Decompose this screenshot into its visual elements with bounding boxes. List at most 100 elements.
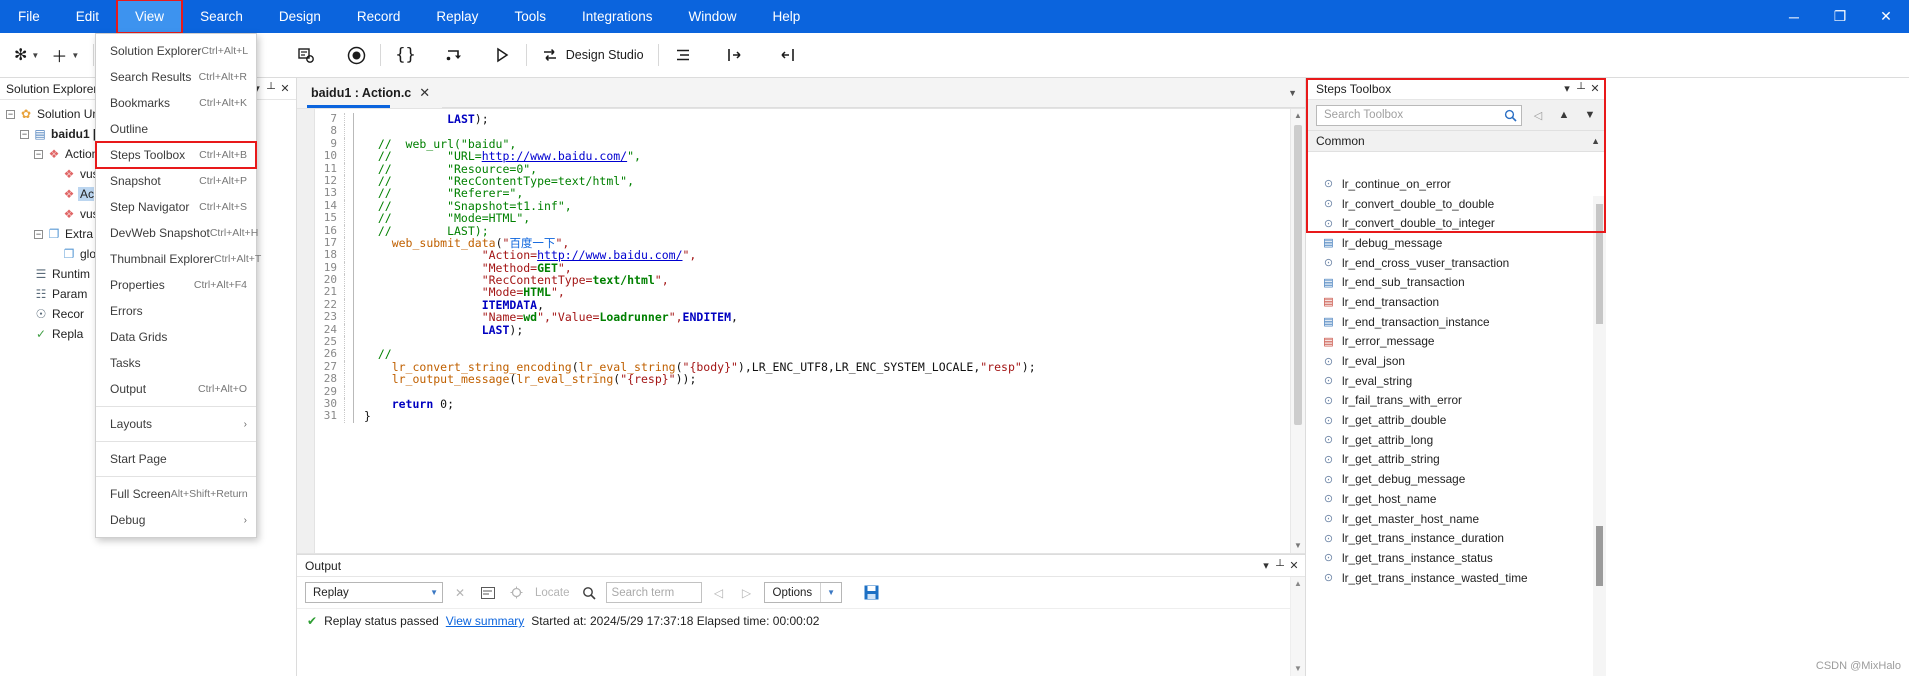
close-icon[interactable]: ✕ [1588, 82, 1602, 95]
view-menu-item-thumbnail-explorer[interactable]: Thumbnail Explorer Ctrl+Alt+T [96, 246, 261, 272]
chevron-down-icon[interactable]: ▼ [1288, 88, 1297, 98]
expand-all-icon[interactable]: ▼ [1580, 105, 1600, 125]
toolbox-item[interactable]: ⊙ lr_continue_on_error [1306, 174, 1606, 194]
step-down-button[interactable] [438, 39, 470, 71]
design-studio-button[interactable]: Design Studio [535, 39, 650, 71]
view-menu-item-steps-toolbox[interactable]: Steps Toolbox Ctrl+Alt+B [95, 141, 257, 169]
view-menu-item-tasks[interactable]: Tasks [96, 350, 256, 376]
menu-search[interactable]: Search [182, 0, 261, 33]
close-icon[interactable]: ✕ [1287, 559, 1301, 572]
menu-view[interactable]: View [116, 0, 184, 34]
toolbox-item[interactable]: ▤ lr_end_transaction_instance [1306, 312, 1606, 332]
view-menu-item-search-results[interactable]: Search Results Ctrl+Alt+R [96, 64, 256, 90]
search-prev-icon[interactable]: ◁ [708, 582, 730, 604]
close-icon[interactable]: ✕ [1863, 0, 1909, 33]
view-menu-item-output[interactable]: Output Ctrl+Alt+O [96, 376, 256, 402]
toolbox-item[interactable]: ⊙ lr_get_trans_instance_duration [1306, 528, 1606, 548]
new-script-button[interactable]: ✻ ▼ [8, 39, 45, 71]
toolbox-item[interactable]: ▤ lr_error_message [1306, 332, 1606, 352]
output-source-select[interactable]: Replay ▼ [305, 582, 443, 603]
scroll-up-icon[interactable]: ▲ [1291, 577, 1305, 591]
pin-icon[interactable]: ┴ [1273, 560, 1287, 572]
view-summary-link[interactable]: View summary [446, 614, 524, 628]
expander-icon[interactable]: − [32, 149, 45, 160]
view-menu-item-devweb-snapshot[interactable]: DevWeb Snapshot Ctrl+Alt+H [96, 220, 258, 246]
record-button[interactable] [340, 39, 372, 71]
runtime-settings-button[interactable] [290, 39, 322, 71]
view-menu-item-bookmarks[interactable]: Bookmarks Ctrl+Alt+K [96, 90, 256, 116]
view-menu-item-data-grids[interactable]: Data Grids [96, 324, 256, 350]
toolbox-prev-icon[interactable]: ◁ [1528, 105, 1548, 125]
wrap-text-icon[interactable] [477, 582, 499, 604]
pin-icon[interactable]: ┴ [264, 83, 278, 95]
scroll-down-icon[interactable]: ▼ [1291, 662, 1305, 676]
toolbox-item[interactable]: ⊙ lr_get_attrib_long [1306, 430, 1606, 450]
menu-record[interactable]: Record [339, 0, 419, 33]
minimize-icon[interactable]: ─ [1771, 0, 1817, 33]
scrollbar-thumb-secondary[interactable] [1596, 526, 1603, 586]
expander-icon[interactable]: − [18, 129, 31, 140]
menu-file[interactable]: File [0, 0, 58, 33]
toolbox-item[interactable]: ▤ lr_debug_message [1306, 233, 1606, 253]
toolbox-item[interactable]: ⊙ lr_get_host_name [1306, 489, 1606, 509]
collapse-all-icon[interactable]: ▲ [1554, 105, 1574, 125]
search-icon[interactable] [1504, 109, 1517, 122]
chevron-down-icon[interactable]: ▾ [1259, 559, 1273, 572]
view-menu-item-debug[interactable]: Debug › [96, 507, 256, 533]
toolbox-item[interactable]: ⊙ lr_convert_double_to_integer [1306, 213, 1606, 233]
menu-edit[interactable]: Edit [58, 0, 117, 33]
toolbox-item[interactable]: ⊙ lr_get_debug_message [1306, 469, 1606, 489]
toolbox-group-common[interactable]: Common ▲ [1306, 130, 1606, 152]
code-editor[interactable]: 7 LAST); 8 9 // web_url("baidu", 10 // "URL… [297, 108, 1305, 554]
clear-output-icon[interactable]: ✕ [449, 582, 471, 604]
view-menu-item-step-navigator[interactable]: Step Navigator Ctrl+Alt+S [96, 194, 256, 220]
replay-button[interactable] [486, 39, 518, 71]
compare-left-button[interactable] [719, 39, 751, 71]
view-menu-item-full-screen[interactable]: Full Screen Alt+Shift+Return [96, 481, 256, 507]
scroll-up-icon[interactable]: ▲ [1291, 109, 1305, 123]
menu-window[interactable]: Window [671, 0, 755, 33]
toolbox-item[interactable]: ⊙ lr_get_trans_instance_status [1306, 548, 1606, 568]
view-menu-item-layouts[interactable]: Layouts › [96, 411, 256, 437]
menu-design[interactable]: Design [261, 0, 339, 33]
locate-icon[interactable] [505, 582, 527, 604]
view-menu-item-errors[interactable]: Errors [96, 298, 256, 324]
menu-help[interactable]: Help [755, 0, 819, 33]
toolbox-item[interactable]: ▤ lr_end_sub_transaction [1306, 272, 1606, 292]
menu-tools[interactable]: Tools [496, 0, 564, 33]
toolbox-item[interactable]: ▤ lr_end_transaction [1306, 292, 1606, 312]
toolbox-item[interactable]: ⊙ lr_get_master_host_name [1306, 509, 1606, 529]
expander-icon[interactable]: − [4, 109, 17, 120]
tab-close-icon[interactable]: ✕ [419, 85, 430, 101]
scrollbar-thumb[interactable] [1596, 204, 1603, 324]
toolbox-item[interactable]: ⊙ lr_get_attrib_string [1306, 450, 1606, 470]
search-next-icon[interactable]: ▷ [736, 582, 758, 604]
chevron-down-icon[interactable]: ▼ [430, 588, 438, 597]
chevron-up-icon[interactable]: ▲ [1591, 136, 1600, 146]
close-icon[interactable]: ✕ [278, 82, 292, 95]
chevron-down-icon[interactable]: ▼ [71, 51, 79, 60]
toolbox-item[interactable]: ⊙ lr_convert_double_to_double [1306, 194, 1606, 214]
toolbox-item[interactable]: ⊙ lr_get_trans_instance_wasted_time [1306, 568, 1606, 588]
toolbox-item[interactable]: ⊙ lr_eval_json [1306, 351, 1606, 371]
view-menu-item-start-page[interactable]: Start Page [96, 446, 256, 472]
tab-action-c[interactable]: baidu1 : Action.c ✕ [297, 77, 443, 108]
output-vertical-scrollbar[interactable]: ▲ ▼ [1290, 577, 1305, 676]
menu-replay[interactable]: Replay [418, 0, 496, 33]
scroll-down-icon[interactable]: ▼ [1291, 539, 1305, 553]
add-button[interactable]: ＋ ▼ [45, 39, 85, 71]
search-icon[interactable] [578, 582, 600, 604]
pin-icon[interactable]: ┴ [1574, 83, 1588, 95]
view-menu-item-properties[interactable]: Properties Ctrl+Alt+F4 [96, 272, 256, 298]
maximize-icon[interactable]: ❐ [1817, 0, 1863, 33]
toolbox-item[interactable]: ⊙ lr_eval_string [1306, 371, 1606, 391]
save-output-icon[interactable] [860, 582, 882, 604]
chevron-down-icon[interactable]: ▼ [31, 51, 39, 60]
toolbox-search-input[interactable]: Search Toolbox [1316, 104, 1522, 126]
view-menu-item-solution-explorer[interactable]: Solution Explorer Ctrl+Alt+L [96, 38, 256, 64]
view-menu-item-snapshot[interactable]: Snapshot Ctrl+Alt+P [96, 168, 256, 194]
editor-vertical-scrollbar[interactable]: ▲ ▼ [1290, 109, 1305, 553]
output-options-button[interactable]: Options ▼ [763, 582, 843, 603]
toolbox-item[interactable]: ⊙ lr_end_cross_vuser_transaction [1306, 253, 1606, 273]
scrollbar-thumb[interactable] [1294, 125, 1302, 425]
